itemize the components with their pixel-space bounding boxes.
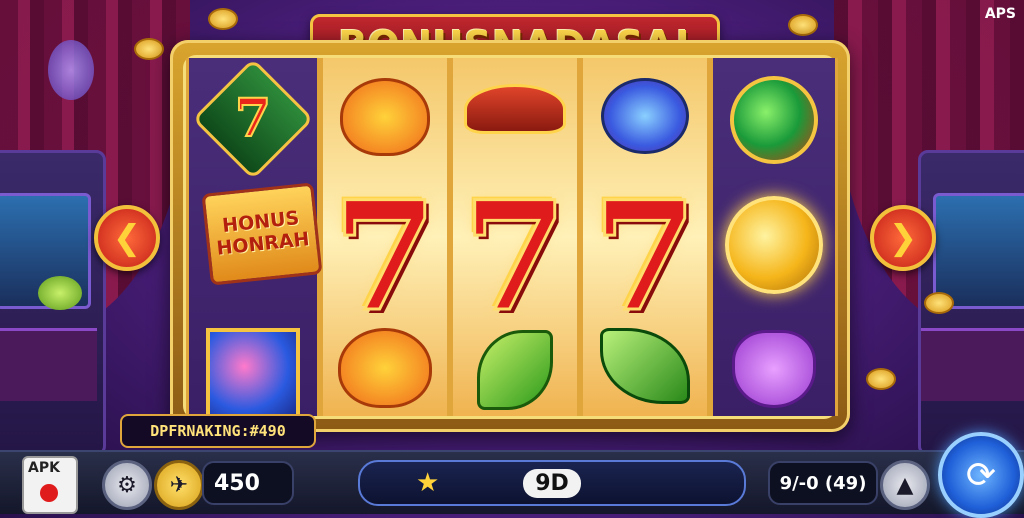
gear-icon: ⚙ xyxy=(117,472,137,498)
star-icon: ★ xyxy=(416,468,440,498)
win-display-text: DPFRNAKING:#490 xyxy=(150,422,286,440)
apk-button[interactable]: APK xyxy=(22,456,78,514)
floating-coin xyxy=(866,368,896,390)
spin-button[interactable]: ⟳ xyxy=(938,432,1024,518)
settings-button[interactable]: ⚙ xyxy=(102,460,152,510)
win-display: DPFRNAKING:#490 xyxy=(120,414,316,448)
seven-gem-digit: 7 xyxy=(234,87,272,150)
reel-2: 7 xyxy=(320,58,450,416)
gold-bell-symbol xyxy=(725,196,823,294)
previous-arrow-button[interactable]: ❮ xyxy=(94,205,160,271)
floating-coin xyxy=(924,292,954,314)
seven-symbol: 7 xyxy=(591,169,698,345)
lime-decoration xyxy=(38,276,82,310)
refresh-icon: ⟳ xyxy=(965,454,997,496)
balance-value: 450 xyxy=(214,470,260,496)
hat-symbol xyxy=(464,84,566,134)
plane-icon: ✈ xyxy=(169,472,189,498)
seven-symbol: 7 xyxy=(461,169,568,345)
seven-symbol: 7 xyxy=(331,169,438,345)
bet-display: 9/-0 (49) xyxy=(768,461,878,505)
center-bet-bar[interactable]: ★ 9D xyxy=(358,460,746,506)
bottom-control-bar: APK ⚙ ✈ 450 ★ 9D 9/-0 (49) ▲ ⟳ xyxy=(0,432,1024,518)
orange-fruit-symbol xyxy=(338,328,432,408)
bet-up-button[interactable]: ▲ xyxy=(880,460,930,510)
next-arrow-button[interactable]: ❯ xyxy=(870,205,936,271)
chevron-left-icon: ❮ xyxy=(112,218,142,258)
arrow-up-icon: ▲ xyxy=(896,472,914,498)
candy-orb-symbol xyxy=(206,328,300,422)
record-icon xyxy=(40,484,58,502)
bet-value: 9/-0 (49) xyxy=(779,472,867,494)
corner-badge: APS xyxy=(984,6,1016,22)
balance-display: 450 xyxy=(202,461,294,505)
bonus-badge-symbol: HONUS HONRAH xyxy=(201,182,323,286)
reel-3: 7 xyxy=(450,58,580,416)
reel-5 xyxy=(710,58,838,416)
floating-coin xyxy=(788,14,818,36)
coin-button[interactable]: ✈ xyxy=(154,460,204,510)
purple-pig-symbol xyxy=(732,330,816,408)
floating-coin xyxy=(208,8,238,30)
apk-label: APK xyxy=(28,460,60,476)
floating-coin xyxy=(134,38,164,60)
reel-4: 7 xyxy=(580,58,710,416)
orange-fruit-symbol xyxy=(340,78,430,156)
hanging-lamp xyxy=(48,40,94,100)
green-orb-symbol xyxy=(730,76,818,164)
blue-gem-symbol xyxy=(601,78,689,154)
chevron-right-icon: ❯ xyxy=(888,218,918,258)
center-value: 9D xyxy=(523,468,581,498)
